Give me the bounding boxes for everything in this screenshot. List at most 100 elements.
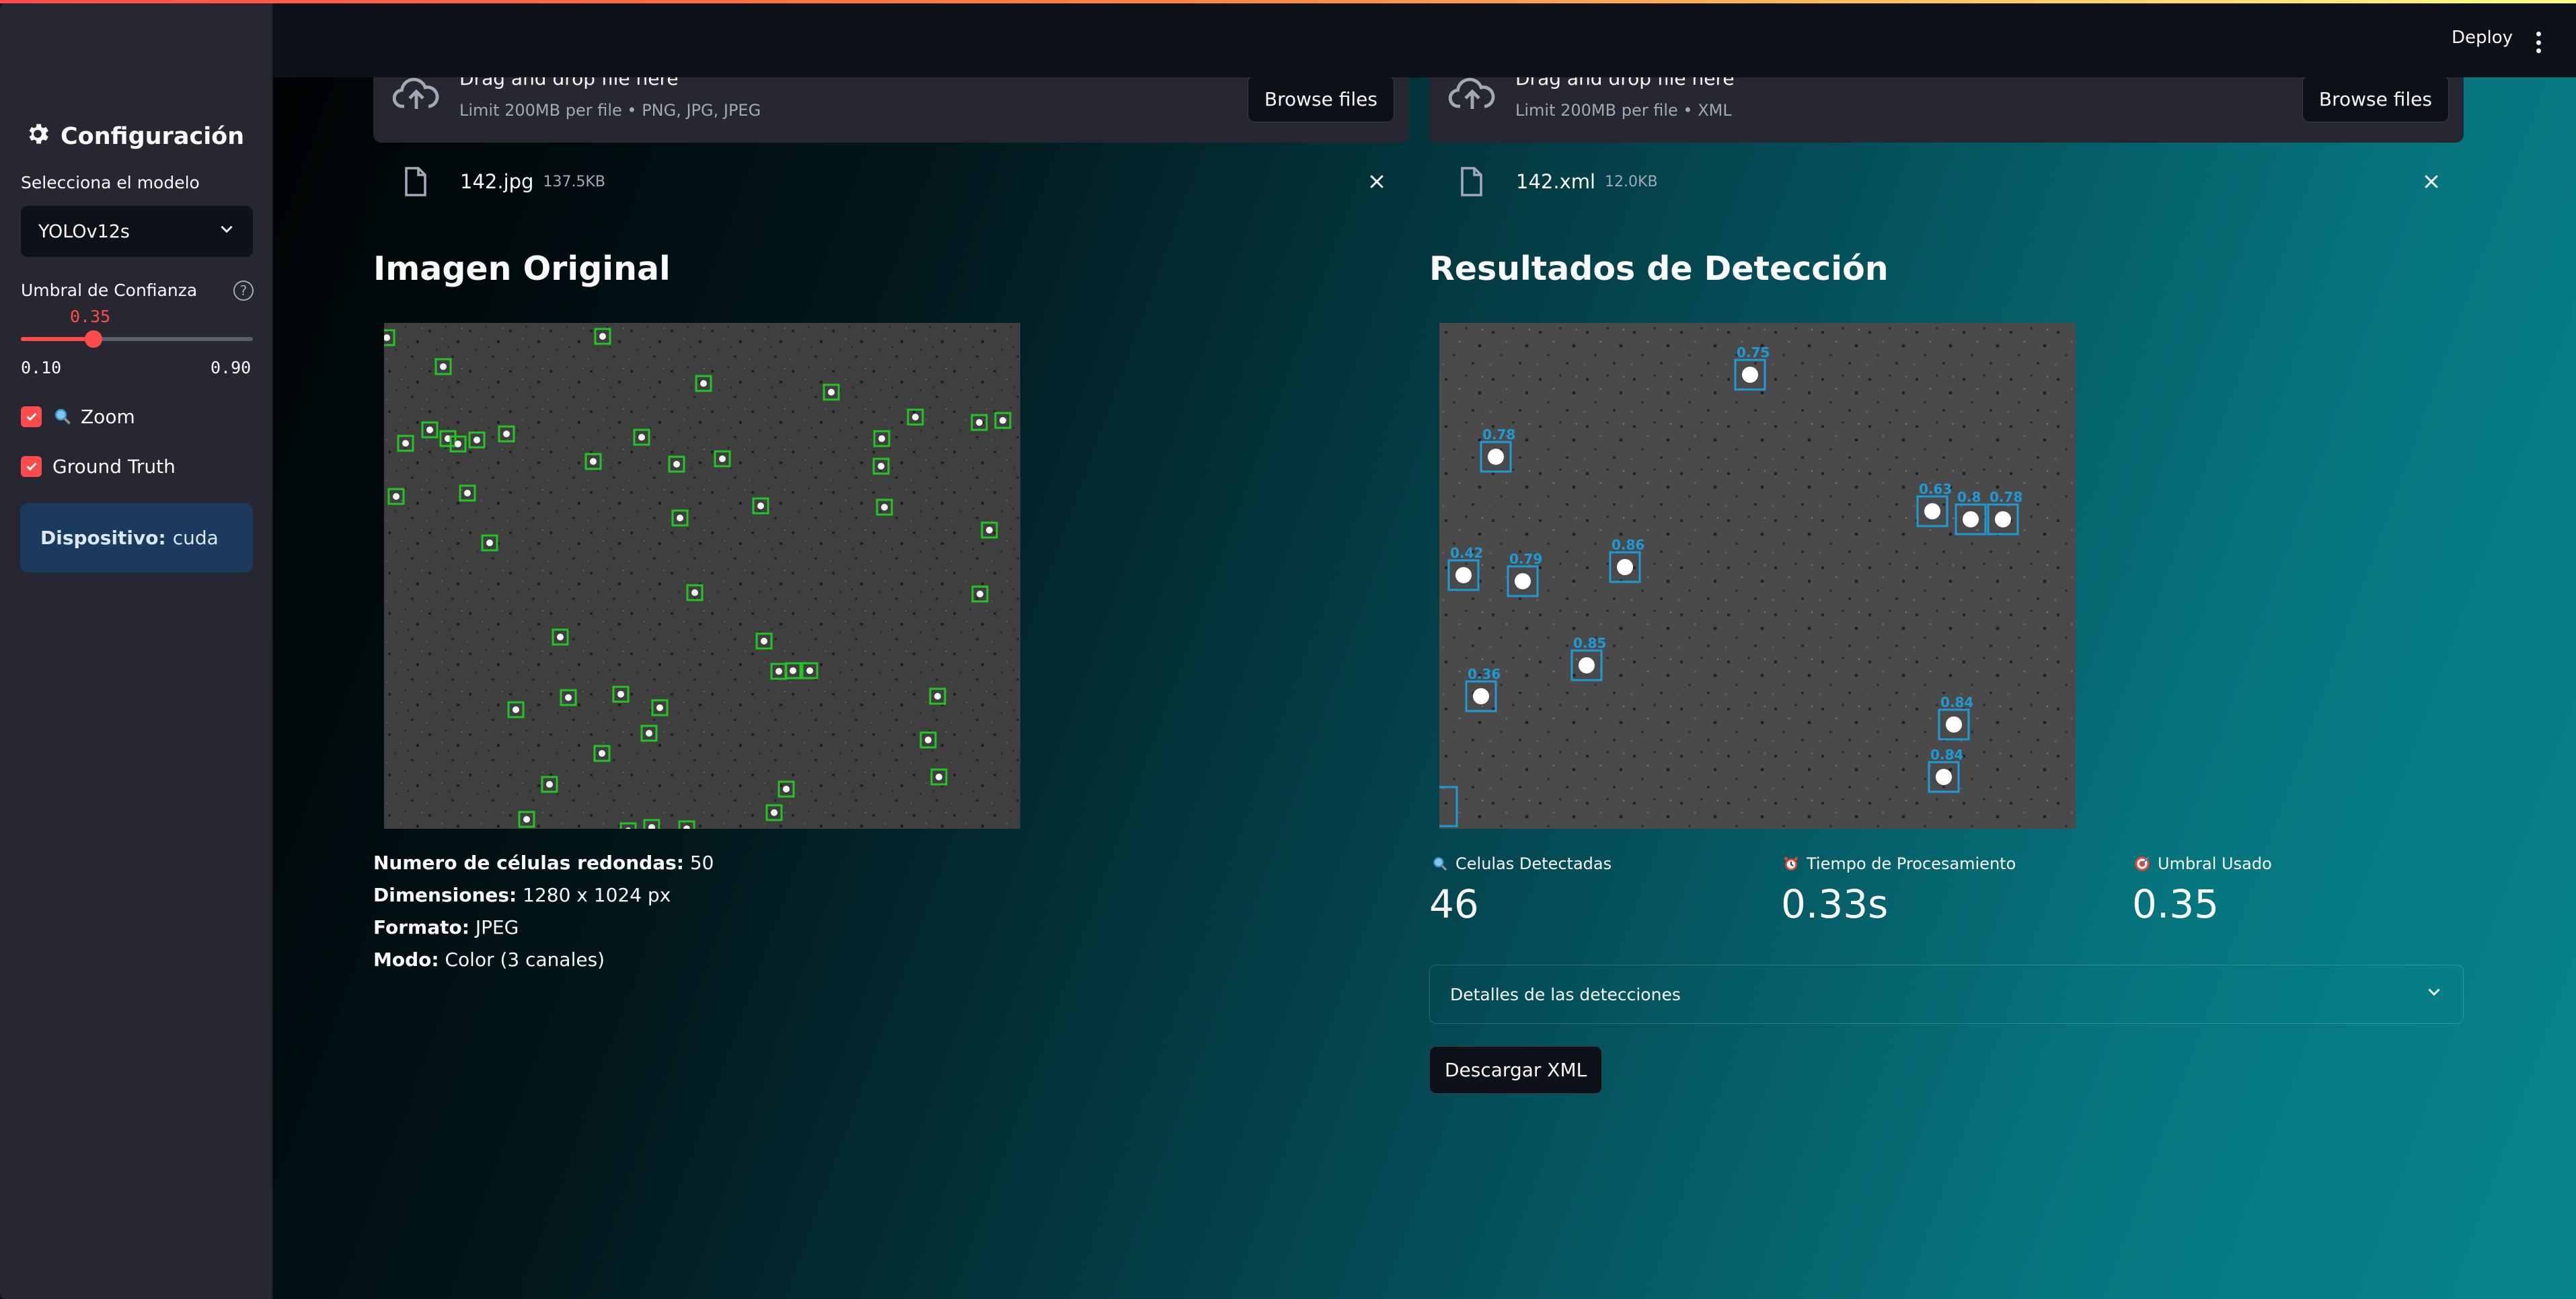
zoom-label: Zoom [81,405,135,428]
cell [523,816,530,823]
threshold-min-label: 0.10 [21,358,62,377]
detection-confidence-label: 0.78 [1990,489,2022,505]
cell [986,527,993,533]
model-select[interactable]: YOLOv12s [21,206,253,257]
close-icon[interactable] [2421,172,2441,192]
cell [757,503,764,509]
cell [936,774,942,780]
cell [878,435,885,442]
cell [656,704,663,711]
threshold-label: Umbral de Confianza [21,281,198,300]
file-name: 142.xml [1516,170,1596,193]
cell [673,461,680,468]
cell [925,737,932,743]
metric-label-threshold: Umbral Usado [2133,854,2272,873]
device-key: Dispositivo: [40,527,166,549]
cell [999,417,1006,424]
cell [503,431,510,437]
ground-truth-checkbox-row[interactable]: Ground Truth [21,453,176,480]
threshold-slider[interactable] [21,330,253,348]
cell [775,668,782,675]
detection-details-expander[interactable]: Detalles de las detecciones [1429,965,2464,1024]
chevron-down-icon [218,221,235,243]
magnifier-icon [1431,855,1449,873]
cell [761,638,767,644]
cell [700,380,707,387]
dropzone-limit-text: Limit 200MB per file • PNG, JPG, JPEG [459,101,761,120]
cell [790,667,796,674]
target-icon [2133,855,2151,873]
cell [912,414,919,420]
cell [638,434,645,441]
app-header: Deploy [273,3,2576,77]
sidebar: Configuración Selecciona el modelo YOLOv… [0,3,273,1299]
detection-confidence-label: 0.86 [1612,537,1644,553]
download-xml-button[interactable]: Descargar XML [1429,1046,1603,1094]
detection-confidence-label: 0.79 [1509,551,1542,567]
detected-cell [1924,503,1940,519]
cell [617,691,624,698]
browse-files-button[interactable]: Browse files [1247,75,1394,122]
gear-icon [24,120,61,153]
detected-cell [1488,449,1504,465]
detection-confidence-label: 0.84 [1930,747,1963,763]
uploaded-file-row: 142.xml 12.0KB [1460,161,1658,202]
device-value: cuda [172,527,219,549]
file-size: 12.0KB [1605,173,1658,190]
deploy-button[interactable]: Deploy [2452,28,2513,48]
cell [599,750,605,757]
metric-value-threshold: 0.35 [2132,881,2220,927]
info-cell-count: Numero de células redondas: 50 [373,852,714,874]
info-dimensions: Dimensiones: 1280 x 1024 px [373,884,671,906]
cell [783,786,790,792]
detection-confidence-label: 0.42 [1450,545,1483,561]
cell [557,634,564,640]
metric-value-cells: 46 [1429,881,1479,927]
sidebar-title: Configuración [24,119,244,154]
close-icon[interactable] [1367,172,1387,192]
top-accent-bar [0,0,2576,3]
cell [402,440,409,447]
ground-truth-checkbox[interactable] [21,455,42,477]
detected-cell [1946,716,1962,733]
cell [464,490,471,496]
cell [393,493,400,500]
detected-cell [1742,367,1758,383]
detection-confidence-label: 0.84 [1940,694,1973,710]
model-select-label: Selecciona el modelo [21,173,200,192]
chevron-down-icon [2425,983,2443,1005]
cell [878,463,884,470]
cloud-upload-icon [1448,74,1497,112]
threshold-slider-fill [21,337,93,341]
sidebar-title-text: Configuración [61,123,245,150]
threshold-slider-thumb[interactable] [84,330,102,348]
detection-confidence-label: 0.78 [1482,426,1515,443]
zoom-checkbox[interactable] [21,406,42,427]
cell [976,419,983,426]
device-info-box: Dispositivo: cuda [20,503,253,572]
detection-confidence-label: 0.63 [1919,481,1952,497]
browse-files-button[interactable]: Browse files [2302,75,2449,122]
detected-cell [1579,657,1595,673]
cell [546,781,553,788]
kebab-menu-icon[interactable] [2532,29,2545,56]
cell [828,389,835,396]
detected-cell [1963,511,1979,527]
detected-cell [1455,567,1472,583]
cell [934,693,941,700]
detection-confidence-label: 0.36 [1468,666,1501,682]
cell [881,504,888,511]
original-image-title: Imagen Original [373,250,671,288]
help-icon[interactable]: ? [233,281,254,301]
cell [646,730,652,737]
cell [513,706,519,713]
cell [440,363,447,370]
detected-cell [1515,573,1531,589]
detection-image: 0.75 0.78 0.63 0.8 0.78 0.42 0.79 0.86 0.36 0.85 0… [1439,323,2076,829]
cell [771,809,778,816]
cell [590,458,597,465]
cell [691,589,698,596]
ground-truth-label: Ground Truth [52,455,176,478]
zoom-checkbox-row[interactable]: Zoom [21,403,135,430]
uploaded-file-row: 142.jpg 137.5KB [404,161,605,202]
